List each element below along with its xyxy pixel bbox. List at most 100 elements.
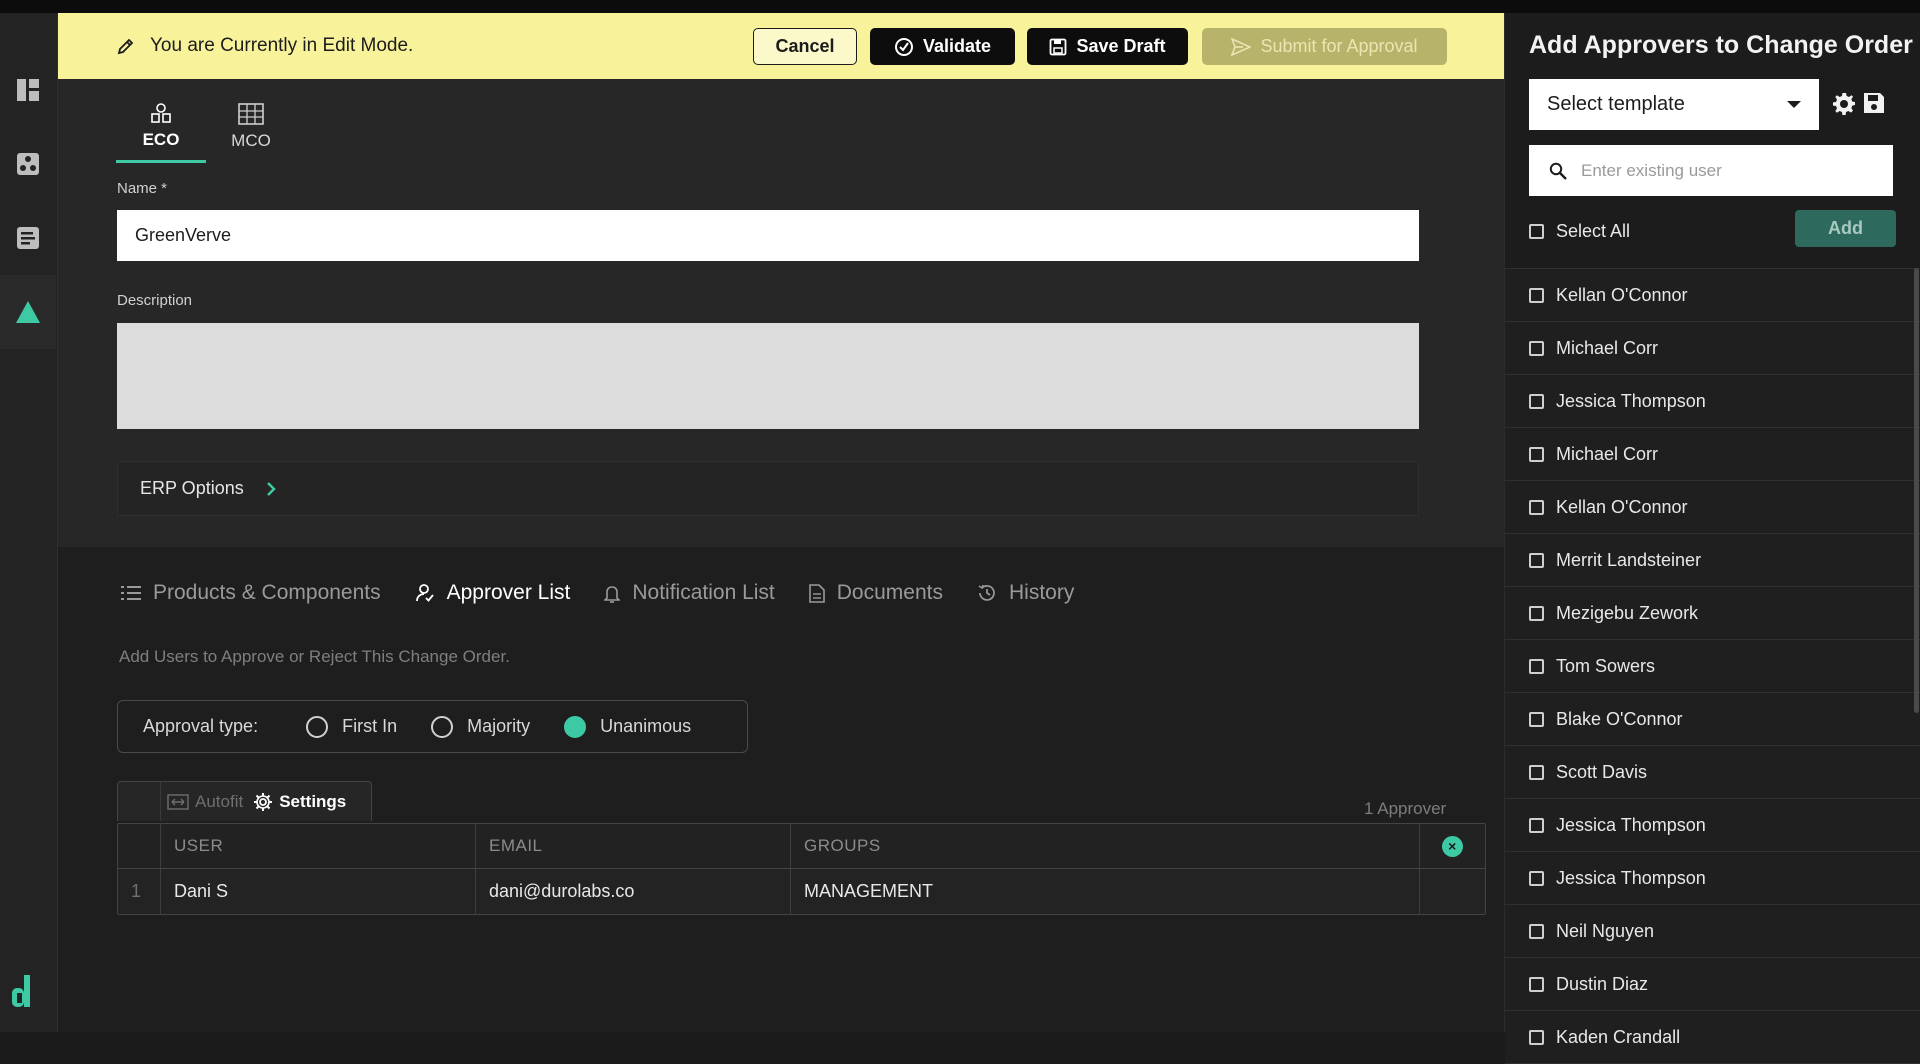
user-list-item[interactable]: Dustin Diaz [1505, 958, 1920, 1011]
remove-all-icon[interactable]: × [1442, 835, 1463, 857]
user-list-item[interactable]: Tom Sowers [1505, 640, 1920, 693]
user-search-input[interactable] [1581, 160, 1861, 181]
checkbox[interactable] [1529, 499, 1544, 515]
main-content: You are Currently in Edit Mode. Cancel V… [58, 13, 1504, 1032]
checkbox[interactable] [1529, 287, 1544, 303]
checkbox[interactable] [1529, 817, 1544, 833]
user-list-item[interactable]: Michael Corr [1505, 428, 1920, 481]
checkbox[interactable] [1529, 658, 1544, 674]
erp-options-toggle[interactable]: ERP Options [117, 461, 1419, 516]
description-textarea[interactable] [117, 323, 1419, 429]
checkbox[interactable] [1529, 976, 1544, 992]
dashboard-icon [17, 79, 39, 101]
tab-eco-label: ECO [142, 129, 180, 149]
select-all-checkbox[interactable]: Select All [1529, 221, 1630, 242]
tab-mco-label: MCO [231, 131, 271, 150]
change-orders-nav-item[interactable] [0, 275, 56, 349]
cancel-button[interactable]: Cancel [753, 28, 857, 65]
duro-logo [10, 975, 32, 1012]
checkbox[interactable] [1529, 552, 1544, 568]
checkbox[interactable] [1529, 605, 1544, 621]
user-list-item[interactable]: Scott Davis [1505, 746, 1920, 799]
row-email: dani@durolabs.co [476, 869, 791, 914]
change-order-form: You are Currently in Edit Mode. Cancel V… [58, 13, 1504, 547]
checkbox[interactable] [1529, 711, 1544, 727]
checkbox[interactable] [1529, 870, 1544, 886]
list-icon [121, 586, 141, 600]
row-actions [1420, 869, 1485, 914]
approver-table: USER EMAIL GROUPS × 1 Dani S dani@durola… [117, 823, 1486, 915]
user-name: Blake O'Connor [1556, 708, 1683, 729]
user-name: Scott Davis [1556, 761, 1648, 782]
validate-icon [894, 37, 913, 56]
header-email[interactable]: EMAIL [476, 824, 791, 868]
user-name: Mezigebu Zework [1556, 602, 1699, 623]
name-label: Name * [117, 180, 168, 197]
user-list-item[interactable]: Mezigebu Zework [1505, 587, 1920, 640]
submit-for-approval-button[interactable]: Submit for Approval [1202, 28, 1447, 65]
user-list-item[interactable]: Merrit Landsteiner [1505, 534, 1920, 587]
components-nav-item[interactable] [0, 127, 56, 201]
user-list-item[interactable]: Blake O'Connor [1505, 693, 1920, 746]
tab-mco[interactable]: MCO [206, 91, 296, 163]
tab-approver-list[interactable]: Approver List [415, 581, 570, 605]
user-list-item[interactable]: Kellan O'Connor [1505, 269, 1920, 322]
template-select-value: Select template [1547, 93, 1685, 115]
template-settings-icon[interactable] [1831, 91, 1857, 117]
user-list-item[interactable]: Jessica Thompson [1505, 375, 1920, 428]
table-row[interactable]: 1 Dani S dani@durolabs.co MANAGEMENT [118, 869, 1485, 914]
tab-history[interactable]: History [977, 581, 1074, 605]
autofit-button[interactable]: Autofit [167, 792, 243, 812]
template-select[interactable]: Select template [1529, 79, 1819, 130]
edit-mode-text: You are Currently in Edit Mode. [150, 35, 414, 56]
user-name: Dustin Diaz [1556, 973, 1649, 994]
order-type-tabs: ECO MCO [116, 91, 296, 163]
dashboard-nav-item[interactable] [0, 53, 56, 127]
user-list-item[interactable]: Jessica Thompson [1505, 799, 1920, 852]
header-user[interactable]: USER [161, 824, 476, 868]
user-search-field[interactable] [1529, 145, 1893, 196]
user-list-item[interactable]: Michael Corr [1505, 322, 1920, 375]
name-input[interactable] [117, 210, 1419, 261]
building-icon [238, 103, 264, 125]
add-approvers-button[interactable]: Add [1795, 210, 1896, 247]
header-groups[interactable]: GROUPS [791, 824, 1420, 868]
left-nav [0, 13, 58, 1032]
user-list-item[interactable]: Neil Nguyen [1505, 905, 1920, 958]
radio-first-in[interactable]: First In [306, 715, 397, 738]
tab-notification-list[interactable]: Notification List [604, 581, 775, 605]
checkbox[interactable] [1529, 764, 1544, 780]
radio-unanimous[interactable]: Unanimous [564, 715, 691, 738]
add-approvers-panel: Add Approvers to Change Order Select tem… [1504, 13, 1920, 1064]
radio-circle-selected [564, 715, 587, 738]
caret-down-icon [1787, 101, 1801, 108]
user-name: Michael Corr [1556, 337, 1659, 358]
checkbox[interactable] [1529, 340, 1544, 356]
validate-label: Validate [922, 36, 992, 56]
save-template-icon[interactable] [1862, 91, 1886, 115]
erp-options-label: ERP Options [140, 478, 244, 498]
user-list-item[interactable]: Jessica Thompson [1505, 852, 1920, 905]
user-list-item[interactable]: Kaden Crandall [1505, 1011, 1920, 1064]
cancel-label: Cancel [775, 36, 835, 56]
approver-hint: Add Users to Approve or Reject This Chan… [119, 647, 510, 666]
checkbox[interactable] [1529, 393, 1544, 409]
products-nav-item[interactable] [0, 201, 56, 275]
tab-notification-label: Notification List [632, 581, 775, 604]
select-all-label: Select All [1556, 221, 1631, 241]
save-draft-button[interactable]: Save Draft [1027, 28, 1188, 65]
tab-products-components[interactable]: Products & Components [121, 581, 381, 605]
tab-documents[interactable]: Documents [808, 581, 943, 605]
tab-eco[interactable]: ECO [116, 91, 206, 163]
validate-button[interactable]: Validate [870, 28, 1015, 65]
user-list-item[interactable]: Kellan O'Connor [1505, 481, 1920, 534]
user-list-scrollbar[interactable] [1914, 268, 1919, 713]
pencil-icon [117, 38, 134, 55]
row-index: 1 [118, 869, 161, 914]
checkbox[interactable] [1529, 923, 1544, 939]
table-settings-button[interactable]: Settings [253, 792, 346, 812]
radio-majority[interactable]: Majority [431, 715, 530, 738]
checkbox[interactable] [1529, 446, 1544, 462]
top-strip [0, 0, 1920, 13]
user-name: Michael Corr [1556, 443, 1659, 464]
